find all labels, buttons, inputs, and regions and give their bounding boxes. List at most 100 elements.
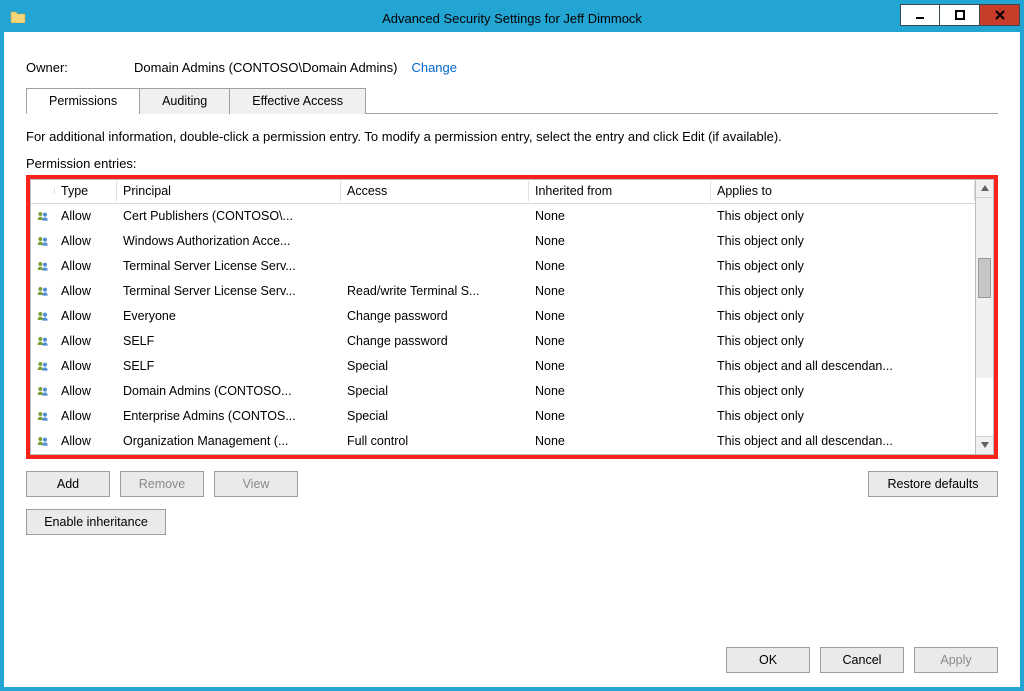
table-row[interactable]: AllowDomain Admins (CONTOSO...SpecialNon… [31,379,975,404]
column-applies[interactable]: Applies to [711,181,975,201]
cell-type: Allow [55,234,117,248]
cell-principal: Cert Publishers (CONTOSO\... [117,209,341,223]
cell-applies: This object only [711,259,975,273]
table-header: Type Principal Access Inherited from App… [31,180,975,204]
cell-inherited: None [529,409,711,423]
cell-type: Allow [55,259,117,273]
cell-access: Change password [341,334,529,348]
tab-auditing[interactable]: Auditing [139,88,230,114]
window-title: Advanced Security Settings for Jeff Dimm… [382,11,642,26]
scroll-up-button[interactable] [976,180,993,198]
folder-icon [10,9,26,28]
maximize-button[interactable] [940,4,980,26]
table-row[interactable]: AllowCert Publishers (CONTOSO\... NoneThi… [31,204,975,229]
cell-principal: Organization Management (... [117,434,341,448]
instruction-text: For additional information, double-click… [26,128,998,146]
view-button[interactable]: View [214,471,298,497]
cell-type: Allow [55,309,117,323]
enable-inheritance-button[interactable]: Enable inheritance [26,509,166,535]
column-access[interactable]: Access [341,181,529,201]
add-button[interactable]: Add [26,471,110,497]
owner-row: Owner: Domain Admins (CONTOSO\Domain Adm… [26,52,998,75]
cell-principal: Terminal Server License Serv... [117,259,341,273]
scroll-thumb[interactable] [978,258,991,298]
cell-applies: This object only [711,284,975,298]
group-icon [31,259,55,273]
content-area: Owner: Domain Admins (CONTOSO\Domain Adm… [4,32,1020,687]
tab-effective-access[interactable]: Effective Access [229,88,366,114]
cell-principal: Windows Authorization Acce... [117,234,341,248]
group-icon [31,409,55,423]
cell-type: Allow [55,384,117,398]
cell-principal: Domain Admins (CONTOSO... [117,384,341,398]
group-icon [31,434,55,448]
apply-button[interactable]: Apply [914,647,998,673]
security-settings-window: Advanced Security Settings for Jeff Dimm… [0,0,1024,691]
entries-label: Permission entries: [26,156,998,171]
cancel-button[interactable]: Cancel [820,647,904,673]
cell-principal: SELF [117,359,341,373]
group-icon [31,284,55,298]
close-button[interactable] [980,4,1020,26]
ok-button[interactable]: OK [726,647,810,673]
column-inherited[interactable]: Inherited from [529,181,711,201]
title-bar[interactable]: Advanced Security Settings for Jeff Dimm… [4,4,1020,32]
table-body: AllowCert Publishers (CONTOSO\...NoneThi… [31,204,975,454]
cell-applies: This object only [711,209,975,223]
cell-type: Allow [55,434,117,448]
scroll-track[interactable] [976,198,993,436]
table-row[interactable]: AllowSELFSpecialNoneThis object and all … [31,354,975,379]
cell-access: Read/write Terminal S... [341,284,529,298]
owner-label: Owner: [26,60,134,75]
tab-permissions[interactable]: Permissions [26,88,140,114]
cell-type: Allow [55,359,117,373]
minimize-button[interactable] [900,4,940,26]
cell-access: Change password [341,309,529,323]
vertical-scrollbar[interactable] [976,179,994,455]
cell-type: Allow [55,409,117,423]
group-icon [31,384,55,398]
cell-inherited: None [529,384,711,398]
group-icon [31,309,55,323]
group-icon [31,234,55,248]
column-principal[interactable]: Principal [117,181,341,201]
table-row[interactable]: AllowOrganization Management (...Full co… [31,429,975,454]
table-row[interactable]: AllowTerminal Server License Serv...None… [31,254,975,279]
owner-value: Domain Admins (CONTOSO\Domain Admins) [134,60,397,75]
change-owner-link[interactable]: Change [411,60,457,75]
table-row[interactable]: AllowWindows Authorization Acce...NoneTh… [31,229,975,254]
cell-applies: This object and all descendan... [711,434,975,448]
cell-inherited: None [529,334,711,348]
dialog-footer: OK Cancel Apply [26,633,998,673]
cell-principal: SELF [117,334,341,348]
table-row[interactable]: AllowSELFChange passwordNoneThis object … [31,329,975,354]
group-icon [31,334,55,348]
cell-applies: This object only [711,309,975,323]
tab-strip: Permissions Auditing Effective Access [26,87,998,114]
cell-principal: Everyone [117,309,341,323]
scroll-down-button[interactable] [976,436,993,454]
cell-principal: Enterprise Admins (CONTOS... [117,409,341,423]
cell-principal: Terminal Server License Serv... [117,284,341,298]
cell-applies: This object and all descendan... [711,359,975,373]
cell-type: Allow [55,209,117,223]
cell-type: Allow [55,284,117,298]
cell-access: Special [341,409,529,423]
restore-defaults-button[interactable]: Restore defaults [868,471,998,497]
cell-inherited: None [529,209,711,223]
cell-access: Special [341,384,529,398]
window-controls [900,4,1020,26]
column-type[interactable]: Type [55,181,117,201]
table-row[interactable]: AllowEnterprise Admins (CONTOS...Special… [31,404,975,429]
cell-applies: This object only [711,409,975,423]
cell-type: Allow [55,334,117,348]
table-row[interactable]: AllowTerminal Server License Serv...Read… [31,279,975,304]
column-icon[interactable] [31,188,55,194]
group-icon [31,209,55,223]
cell-applies: This object only [711,234,975,248]
cell-inherited: None [529,309,711,323]
cell-applies: This object only [711,334,975,348]
remove-button[interactable]: Remove [120,471,204,497]
entry-buttons: Add Remove View Restore defaults [26,471,998,497]
table-row[interactable]: AllowEveryoneChange passwordNoneThis obj… [31,304,975,329]
